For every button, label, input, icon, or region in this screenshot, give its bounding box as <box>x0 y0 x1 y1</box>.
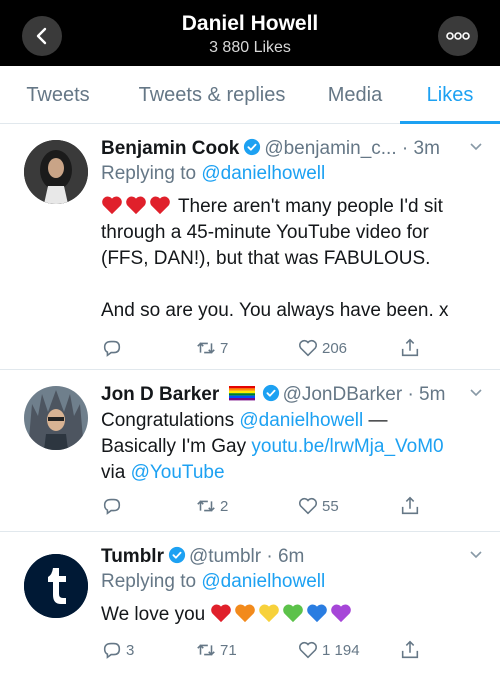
chevron-down-icon[interactable] <box>468 547 484 563</box>
avatar[interactable] <box>24 554 88 618</box>
share-button[interactable] <box>399 494 421 518</box>
reply-icon <box>103 340 121 357</box>
mention-link[interactable]: @danielhowell <box>239 410 363 431</box>
author-handle[interactable]: @JonDBarker <box>283 384 403 405</box>
tweet-text: We love you <box>101 602 484 628</box>
tweet[interactable]: Benjamin Cook @benjamin_c... · 3m Replyin… <box>0 124 500 370</box>
tweet-time: · 5m <box>407 384 446 405</box>
author-name[interactable]: Tumblr <box>101 546 164 567</box>
video-link[interactable]: youtu.be/lrwMja_VoM0 <box>251 436 443 457</box>
rainbow-hearts-emoji <box>210 604 354 625</box>
avatar[interactable] <box>24 140 88 204</box>
like-count: 1 194 <box>322 641 360 659</box>
tweet[interactable]: Tumblr @tumblr · 6m Replying to @danielho… <box>0 532 500 680</box>
retweet-icon <box>197 644 215 656</box>
avatar-image <box>24 386 88 450</box>
reply-mention[interactable]: @danielhowell <box>201 163 325 184</box>
tab-tweets-replies[interactable]: Tweets & replies <box>124 66 300 124</box>
profile-header: Daniel Howell 3 880 Likes <box>0 0 500 66</box>
replying-to-label: Replying to <box>101 571 197 592</box>
tweet-time: · 6m <box>266 546 305 567</box>
like-button[interactable]: 55 <box>297 494 339 518</box>
like-count: 55 <box>322 497 339 515</box>
share-button[interactable] <box>399 638 421 662</box>
verified-badge-icon <box>262 384 279 402</box>
like-button[interactable]: 206 <box>297 336 347 360</box>
tweet-text: Congratulations @danielhowell — Basicall… <box>101 410 444 483</box>
retweet-count: 71 <box>220 641 237 659</box>
reply-icon <box>103 642 121 659</box>
author-name[interactable]: Benjamin Cook <box>101 138 239 159</box>
profile-tabs: Tweets Tweets & replies Media Likes <box>0 66 500 124</box>
tab-media[interactable]: Media <box>316 66 394 124</box>
reply-mention[interactable]: @danielhowell <box>201 571 325 592</box>
heart-outline-icon <box>298 641 318 659</box>
verified-badge-icon <box>244 138 261 156</box>
retweet-count: 7 <box>220 339 229 357</box>
rainbow-flag-icon <box>228 386 255 401</box>
retweet-button[interactable]: 2 <box>195 494 228 518</box>
reply-button[interactable]: 3 <box>101 638 134 662</box>
replying-to-label: Replying to <box>101 163 197 184</box>
reply-icon <box>103 498 121 515</box>
via-mention-link[interactable]: @YouTube <box>131 462 225 483</box>
heart-outline-icon <box>298 339 318 357</box>
retweet-icon <box>197 500 215 512</box>
share-button[interactable] <box>399 336 421 360</box>
verified-badge-icon <box>168 546 186 564</box>
heart-outline-icon <box>298 497 318 515</box>
tweet-time: · 3m <box>401 138 440 159</box>
author-handle[interactable]: @benjamin_c... <box>264 138 396 159</box>
retweet-count: 2 <box>220 497 229 515</box>
chevron-down-icon[interactable] <box>468 385 484 401</box>
reply-count: 3 <box>126 641 135 659</box>
retweet-button[interactable]: 7 <box>195 336 228 360</box>
avatar-image <box>24 140 88 204</box>
likes-count: 3 880 Likes <box>209 39 291 56</box>
profile-name: Daniel Howell <box>181 12 319 35</box>
share-icon <box>401 496 419 515</box>
avatar[interactable] <box>24 386 88 450</box>
author-name[interactable]: Jon D Barker <box>101 384 219 405</box>
like-count: 206 <box>322 339 348 357</box>
more-button[interactable] <box>438 16 478 56</box>
share-icon <box>401 338 419 357</box>
reply-button[interactable] <box>101 336 123 360</box>
retweet-button[interactable]: 71 <box>195 638 237 662</box>
tumblr-logo-icon <box>24 554 88 618</box>
more-dots-icon <box>446 32 470 40</box>
author-handle[interactable]: @tumblr <box>189 546 261 567</box>
tweet-text: There aren't many people I'd sit through… <box>101 196 449 321</box>
tab-tweets[interactable]: Tweets <box>12 66 104 124</box>
chevron-down-icon[interactable] <box>468 139 484 155</box>
retweet-icon <box>197 342 215 354</box>
share-icon <box>401 640 419 659</box>
like-button[interactable]: 1 194 <box>297 638 360 662</box>
tab-likes[interactable]: Likes <box>414 66 486 124</box>
heart-emoji <box>101 196 173 217</box>
reply-button[interactable] <box>101 494 123 518</box>
tweet[interactable]: Jon D Barker @JonDBarker · 5m Congratula… <box>0 370 500 532</box>
